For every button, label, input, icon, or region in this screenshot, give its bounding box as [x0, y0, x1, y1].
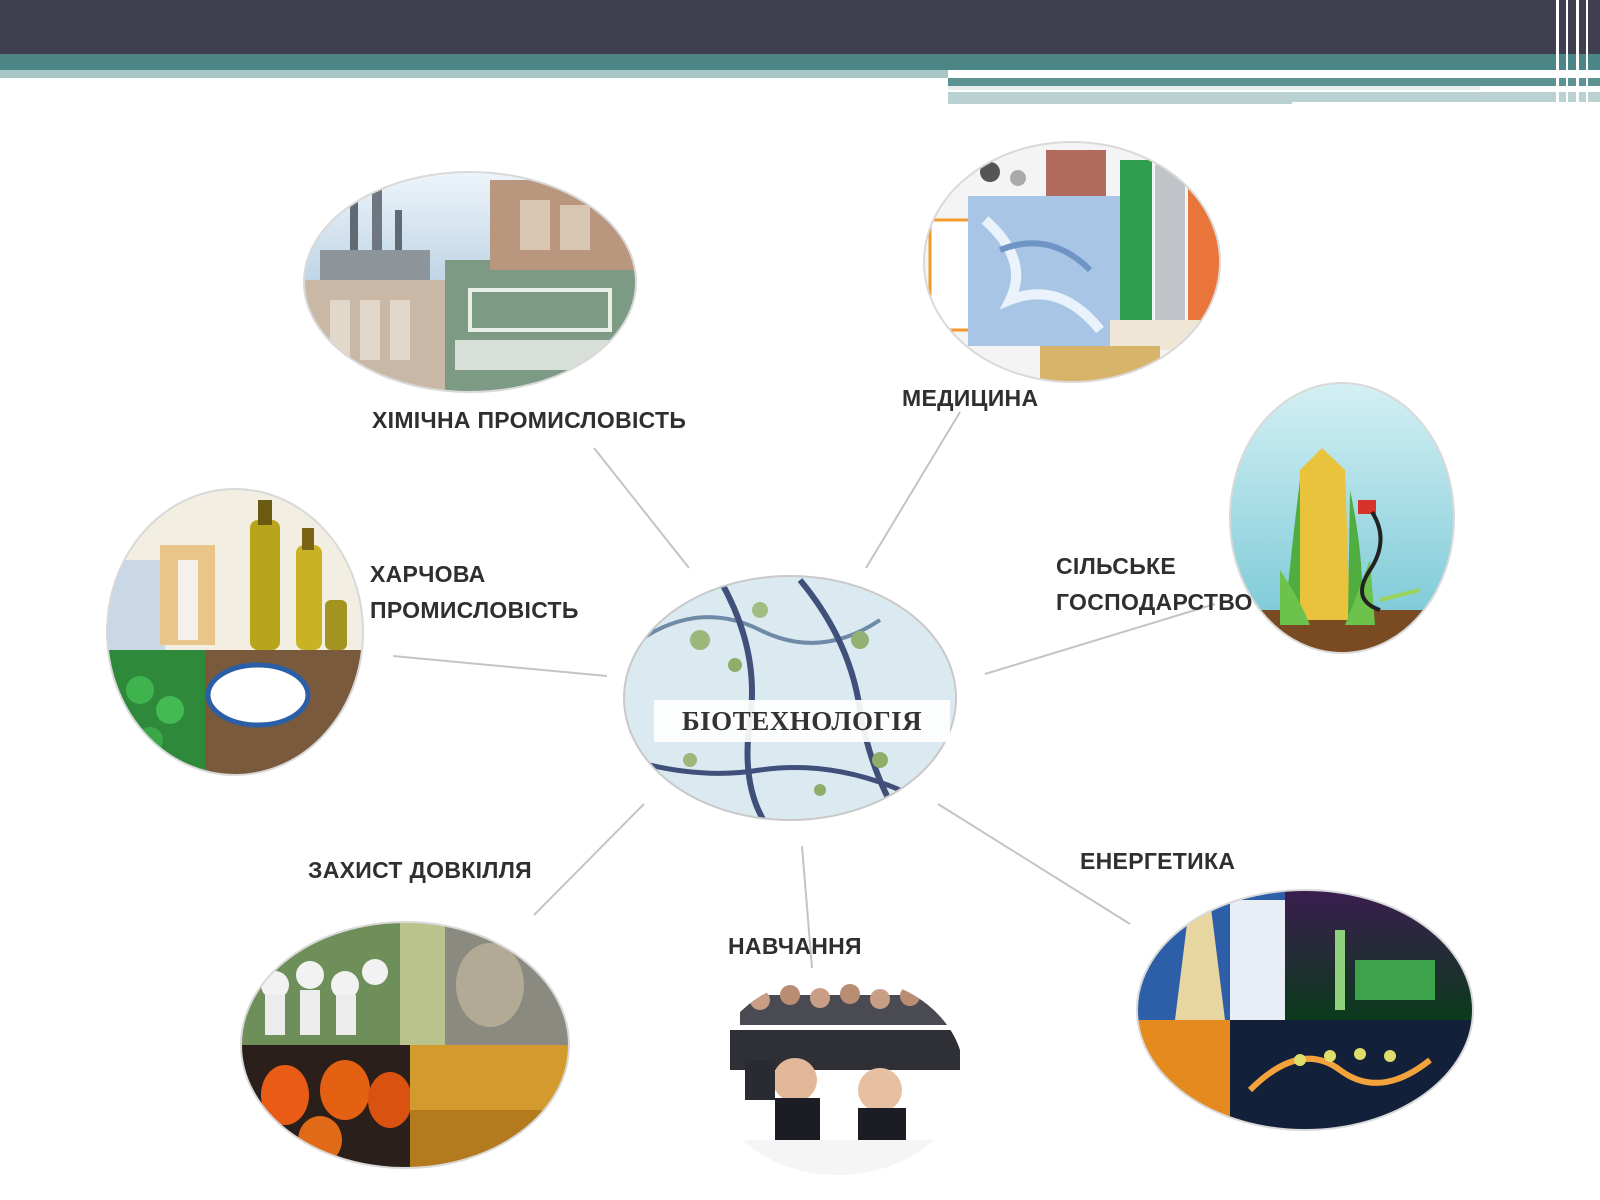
center-label: БІОТЕХНОЛОГІЯ: [654, 700, 950, 742]
connector-food: [392, 655, 608, 677]
connector-environment: [533, 803, 645, 916]
connector-medicine: [865, 411, 961, 569]
label-food-industry-line2: ПРОМИСЛОВІСТЬ: [370, 597, 579, 623]
label-chemical-industry: ХІМІЧНА ПРОМИСЛОВІСТЬ: [372, 407, 687, 433]
chemical-plant-photo-icon: [304, 172, 636, 392]
label-food-industry-line1: ХАРЧОВА: [370, 561, 486, 587]
students-photo-icon: [712, 975, 964, 1175]
label-agriculture-line1: СІЛЬСЬКЕ: [1056, 553, 1177, 579]
label-medicine: МЕДИЦИНА: [902, 385, 1039, 411]
food-oil-bottles-photo-icon: [107, 490, 363, 775]
corn-fuel-photo-icon: [1230, 383, 1454, 653]
label-environment: ЗАХИСТ ДОВКІЛЛЯ: [308, 857, 532, 883]
connector-chemical: [593, 447, 690, 569]
energy-plant-photo-icon: [1137, 890, 1473, 1130]
label-energy: ЕНЕРГЕТИКА: [1080, 848, 1236, 874]
diagram-canvas: [106, 141, 1474, 1175]
label-education: НАВЧАННЯ: [728, 933, 862, 959]
label-agriculture-line2: ГОСПОДАРСТВО: [1056, 589, 1253, 615]
